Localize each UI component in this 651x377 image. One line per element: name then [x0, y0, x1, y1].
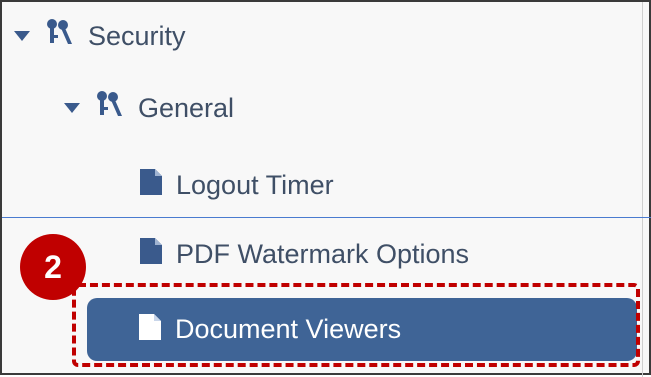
tree-item-label: Security: [88, 20, 186, 51]
keys-icon: [94, 90, 124, 127]
tree-item-label: PDF Watermark Options: [176, 238, 470, 269]
tree-item-pdf-watermark-options[interactable]: PDF Watermark Options: [140, 234, 469, 274]
caret-down-icon[interactable]: [64, 103, 80, 113]
keys-icon: [44, 18, 74, 55]
tree-item-logout-timer[interactable]: Logout Timer: [140, 165, 334, 205]
hover-divider: [2, 217, 651, 218]
tree-item-security[interactable]: Security: [14, 16, 186, 56]
highlight-box: [72, 283, 640, 367]
document-icon: [140, 168, 162, 202]
document-icon: [140, 237, 162, 271]
caret-down-icon[interactable]: [14, 31, 30, 41]
step-badge: 2: [20, 234, 86, 300]
scrollbar-track: [642, 2, 643, 377]
tree-item-label: Logout Timer: [176, 169, 334, 200]
tree-item-label: General: [138, 92, 235, 123]
tree-item-general[interactable]: General: [64, 88, 234, 128]
settings-tree-panel: Security General Logout Timer PDF Waterm…: [0, 0, 651, 377]
